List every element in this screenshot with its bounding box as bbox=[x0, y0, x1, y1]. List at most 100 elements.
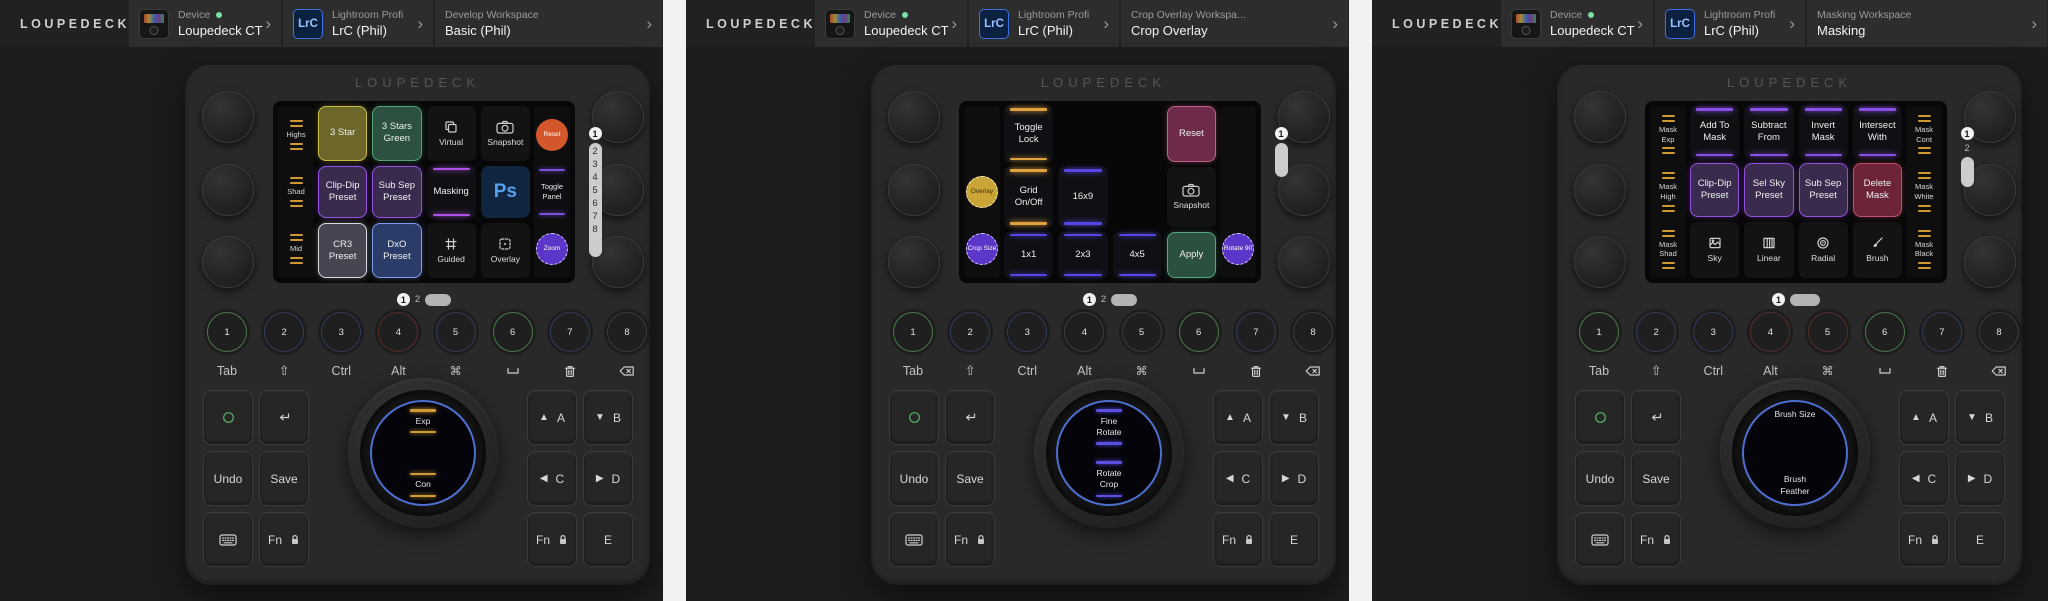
key-fn[interactable]: Fn bbox=[259, 512, 309, 567]
key-c[interactable]: ◀C bbox=[1899, 451, 1949, 506]
touch-button-virtual[interactable]: Virtual bbox=[427, 106, 476, 161]
round-button-2[interactable]: 2 bbox=[264, 312, 304, 352]
key-d[interactable]: ▶D bbox=[583, 451, 633, 506]
round-button-2[interactable]: 2 bbox=[1636, 312, 1676, 352]
dial-knob[interactable] bbox=[1574, 164, 1626, 216]
touch-dial-button-overlay[interactable]: Overlay bbox=[966, 176, 998, 208]
round-button-3[interactable]: 3 bbox=[321, 312, 361, 352]
page-current[interactable]: 1 bbox=[1275, 127, 1288, 140]
workspace-selector[interactable]: Crop Overlay Workspa... Crop Overlay › bbox=[1121, 0, 1348, 47]
touch-button-dxo-preset[interactable]: DxO Preset bbox=[372, 223, 421, 278]
round-button-4[interactable]: 4 bbox=[1750, 312, 1790, 352]
round-button-1[interactable]: 1 bbox=[207, 312, 247, 352]
round-button-6[interactable]: 6 bbox=[1865, 312, 1905, 352]
key-keyboard[interactable] bbox=[203, 512, 253, 567]
key-fn[interactable]: Fn bbox=[527, 512, 577, 567]
touch-button-masking[interactable]: Masking bbox=[427, 166, 476, 219]
touch-button-cr3-preset[interactable]: CR3 Preset bbox=[318, 223, 367, 278]
key-d[interactable]: ▶D bbox=[1269, 451, 1319, 506]
touch-dial-button-reset[interactable]: Reset bbox=[536, 119, 568, 151]
key-save[interactable]: Save bbox=[1631, 451, 1681, 506]
touch-button-radial[interactable]: Radial bbox=[1799, 222, 1848, 278]
round-button-7[interactable]: 7 bbox=[1236, 312, 1276, 352]
round-button-6[interactable]: 6 bbox=[493, 312, 533, 352]
key-keyboard[interactable] bbox=[1575, 512, 1625, 567]
round-button-5[interactable]: 5 bbox=[1122, 312, 1162, 352]
touch-button-snapshot[interactable]: Snapshot bbox=[481, 106, 530, 161]
dial-knob[interactable] bbox=[888, 236, 940, 288]
profile-selector[interactable]: LrC Lightroom Profile LrC (Phil) › bbox=[969, 0, 1119, 47]
device-selector[interactable]: Device Loupedeck CT › bbox=[815, 0, 967, 47]
control-wheel[interactable]: Fine RotateRotate Crop bbox=[1034, 378, 1184, 528]
touch-button-intersect-with[interactable]: Intersect With bbox=[1853, 106, 1902, 158]
round-button-3[interactable]: 3 bbox=[1007, 312, 1047, 352]
key-c[interactable]: ◀C bbox=[527, 451, 577, 506]
key-e[interactable]: E bbox=[1269, 512, 1319, 567]
touch-dial-button-zoom[interactable]: Zoom bbox=[536, 233, 568, 265]
key-a[interactable]: ▲A bbox=[1899, 390, 1949, 445]
touch-button-snapshot[interactable]: Snapshot bbox=[1167, 167, 1216, 227]
touch-button-4x5[interactable]: 4x5 bbox=[1113, 232, 1162, 278]
profile-selector[interactable]: LrC Lightroom Profile LrC (Phil) › bbox=[1655, 0, 1805, 47]
page-number[interactable]: 5 bbox=[592, 185, 597, 196]
key-return[interactable] bbox=[945, 390, 995, 445]
round-button-4[interactable]: 4 bbox=[378, 312, 418, 352]
round-button-1[interactable]: 1 bbox=[893, 312, 933, 352]
page-number[interactable]: 6 bbox=[592, 198, 597, 209]
page-number[interactable]: 2 bbox=[592, 146, 597, 157]
touch-button-invert-mask[interactable]: Invert Mask bbox=[1799, 106, 1848, 158]
touch-button-linear[interactable]: Linear bbox=[1744, 222, 1793, 278]
key-return[interactable] bbox=[1631, 390, 1681, 445]
key-e[interactable]: E bbox=[583, 512, 633, 567]
round-button-5[interactable]: 5 bbox=[1808, 312, 1848, 352]
page-current[interactable]: 1 bbox=[1083, 293, 1096, 306]
key-a[interactable]: ▲A bbox=[1213, 390, 1263, 445]
page-current[interactable]: 1 bbox=[397, 293, 410, 306]
round-button-8[interactable]: 8 bbox=[1293, 312, 1333, 352]
touch-button-grid-on-off[interactable]: Grid On/Off bbox=[1004, 167, 1053, 227]
touch-button-sky[interactable]: Sky bbox=[1690, 222, 1739, 278]
page-current[interactable]: 1 bbox=[1961, 127, 1974, 140]
touch-button-1x1[interactable]: 1x1 bbox=[1004, 232, 1053, 278]
page-number[interactable]: 7 bbox=[592, 211, 597, 222]
round-button-1[interactable]: 1 bbox=[1579, 312, 1619, 352]
control-wheel[interactable]: ExpCon bbox=[348, 378, 498, 528]
key-save[interactable]: Save bbox=[945, 451, 995, 506]
touch-button-subtract-from[interactable]: Subtract From bbox=[1744, 106, 1793, 158]
round-button-2[interactable]: 2 bbox=[950, 312, 990, 352]
key-b[interactable]: ▼B bbox=[583, 390, 633, 445]
key-fn[interactable]: Fn bbox=[1899, 512, 1949, 567]
key-b[interactable]: ▼B bbox=[1955, 390, 2005, 445]
key-return[interactable] bbox=[259, 390, 309, 445]
round-button-4[interactable]: 4 bbox=[1064, 312, 1104, 352]
page-current[interactable]: 1 bbox=[589, 127, 602, 140]
round-button-8[interactable]: 8 bbox=[607, 312, 647, 352]
touch-button-sel-sky-preset[interactable]: Sel Sky Preset bbox=[1744, 163, 1793, 217]
key-d[interactable]: ▶D bbox=[1955, 451, 2005, 506]
dial-knob[interactable] bbox=[1964, 236, 2016, 288]
key-c[interactable]: ◀C bbox=[1213, 451, 1263, 506]
touch-button-2x3[interactable]: 2x3 bbox=[1058, 232, 1107, 278]
device-selector[interactable]: Device Loupedeck CT › bbox=[129, 0, 281, 47]
touch-button-toggle-lock[interactable]: Toggle Lock bbox=[1004, 106, 1053, 162]
key-undo[interactable]: Undo bbox=[889, 451, 939, 506]
page-number[interactable]: 8 bbox=[592, 224, 597, 235]
dial-knob[interactable] bbox=[202, 164, 254, 216]
touch-button-ps[interactable]: Ps bbox=[481, 166, 530, 219]
touch-button-3-stars-green[interactable]: 3 Stars Green bbox=[372, 106, 421, 161]
round-button-6[interactable]: 6 bbox=[1179, 312, 1219, 352]
round-button-3[interactable]: 3 bbox=[1693, 312, 1733, 352]
key-fn[interactable]: Fn bbox=[945, 512, 995, 567]
round-button-5[interactable]: 5 bbox=[436, 312, 476, 352]
touch-button-guided[interactable]: Guided bbox=[427, 223, 476, 278]
touch-button-sub-sep-preset[interactable]: Sub Sep Preset bbox=[1799, 163, 1848, 217]
page-number[interactable]: 2 bbox=[415, 294, 420, 305]
key-fn[interactable]: Fn bbox=[1631, 512, 1681, 567]
touch-button-overlay[interactable]: Overlay bbox=[481, 223, 530, 278]
key-undo[interactable]: Undo bbox=[203, 451, 253, 506]
key-undo[interactable]: Undo bbox=[1575, 451, 1625, 506]
workspace-selector[interactable]: Develop Workspace Basic (Phil) › bbox=[435, 0, 662, 47]
touch-button-brush[interactable]: Brush bbox=[1853, 222, 1902, 278]
page-number[interactable]: 3 bbox=[592, 159, 597, 170]
touch-button-reset[interactable]: Reset bbox=[1167, 106, 1216, 162]
